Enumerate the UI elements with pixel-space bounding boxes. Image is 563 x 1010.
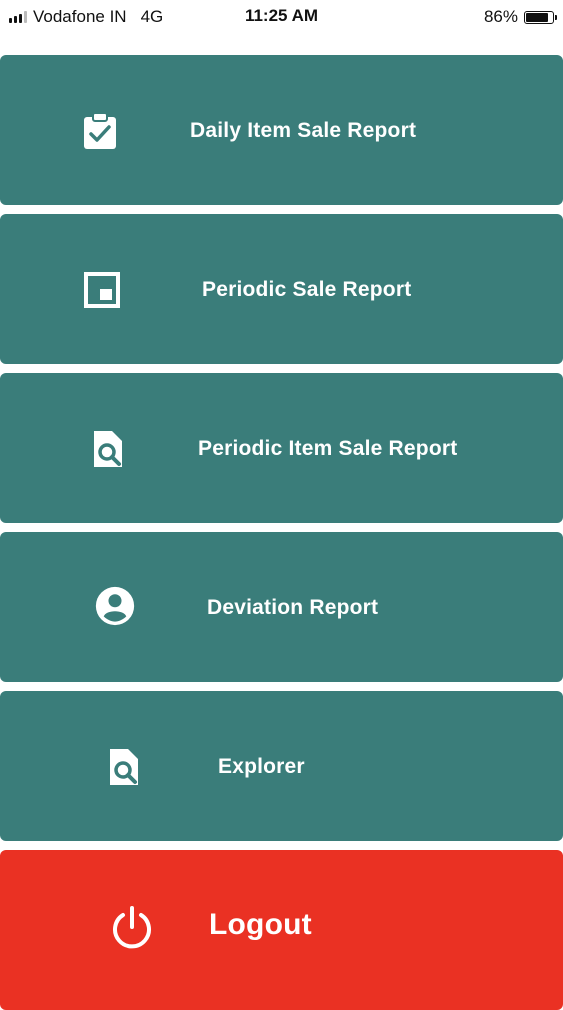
account-circle-icon [95, 586, 135, 626]
status-bar: Vodafone IN 4G 11:25 AM 86% [0, 0, 563, 34]
menu-item-label: Daily Item Sale Report [190, 119, 417, 142]
menu-item-periodic-sale-report[interactable]: Periodic Sale Report [0, 214, 563, 364]
menu-item-periodic-item-sale-report[interactable]: Periodic Item Sale Report [0, 373, 563, 523]
menu-item-label: Explorer [218, 755, 305, 778]
status-right: 86% [483, 7, 557, 27]
file-search-icon [104, 747, 144, 787]
battery-icon [524, 10, 557, 24]
menu-item-label: Periodic Sale Report [202, 278, 412, 301]
logout-button[interactable]: Logout [0, 850, 563, 1010]
menu-item-deviation-report[interactable]: Deviation Report [0, 532, 563, 682]
menu-item-daily-item-sale-report[interactable]: Daily Item Sale Report [0, 55, 563, 205]
file-search-icon [88, 429, 128, 469]
menu-item-label: Deviation Report [207, 596, 379, 619]
menu-item-label: Periodic Item Sale Report [198, 437, 458, 460]
power-icon [108, 904, 156, 952]
battery-percent: 86% [483, 7, 518, 26]
clipboard-check-icon [80, 111, 120, 151]
menu-item-explorer[interactable]: Explorer [0, 691, 563, 841]
logout-label: Logout [209, 908, 312, 941]
square-frame-icon [82, 270, 122, 310]
status-time: 11:25 AM [244, 6, 319, 25]
